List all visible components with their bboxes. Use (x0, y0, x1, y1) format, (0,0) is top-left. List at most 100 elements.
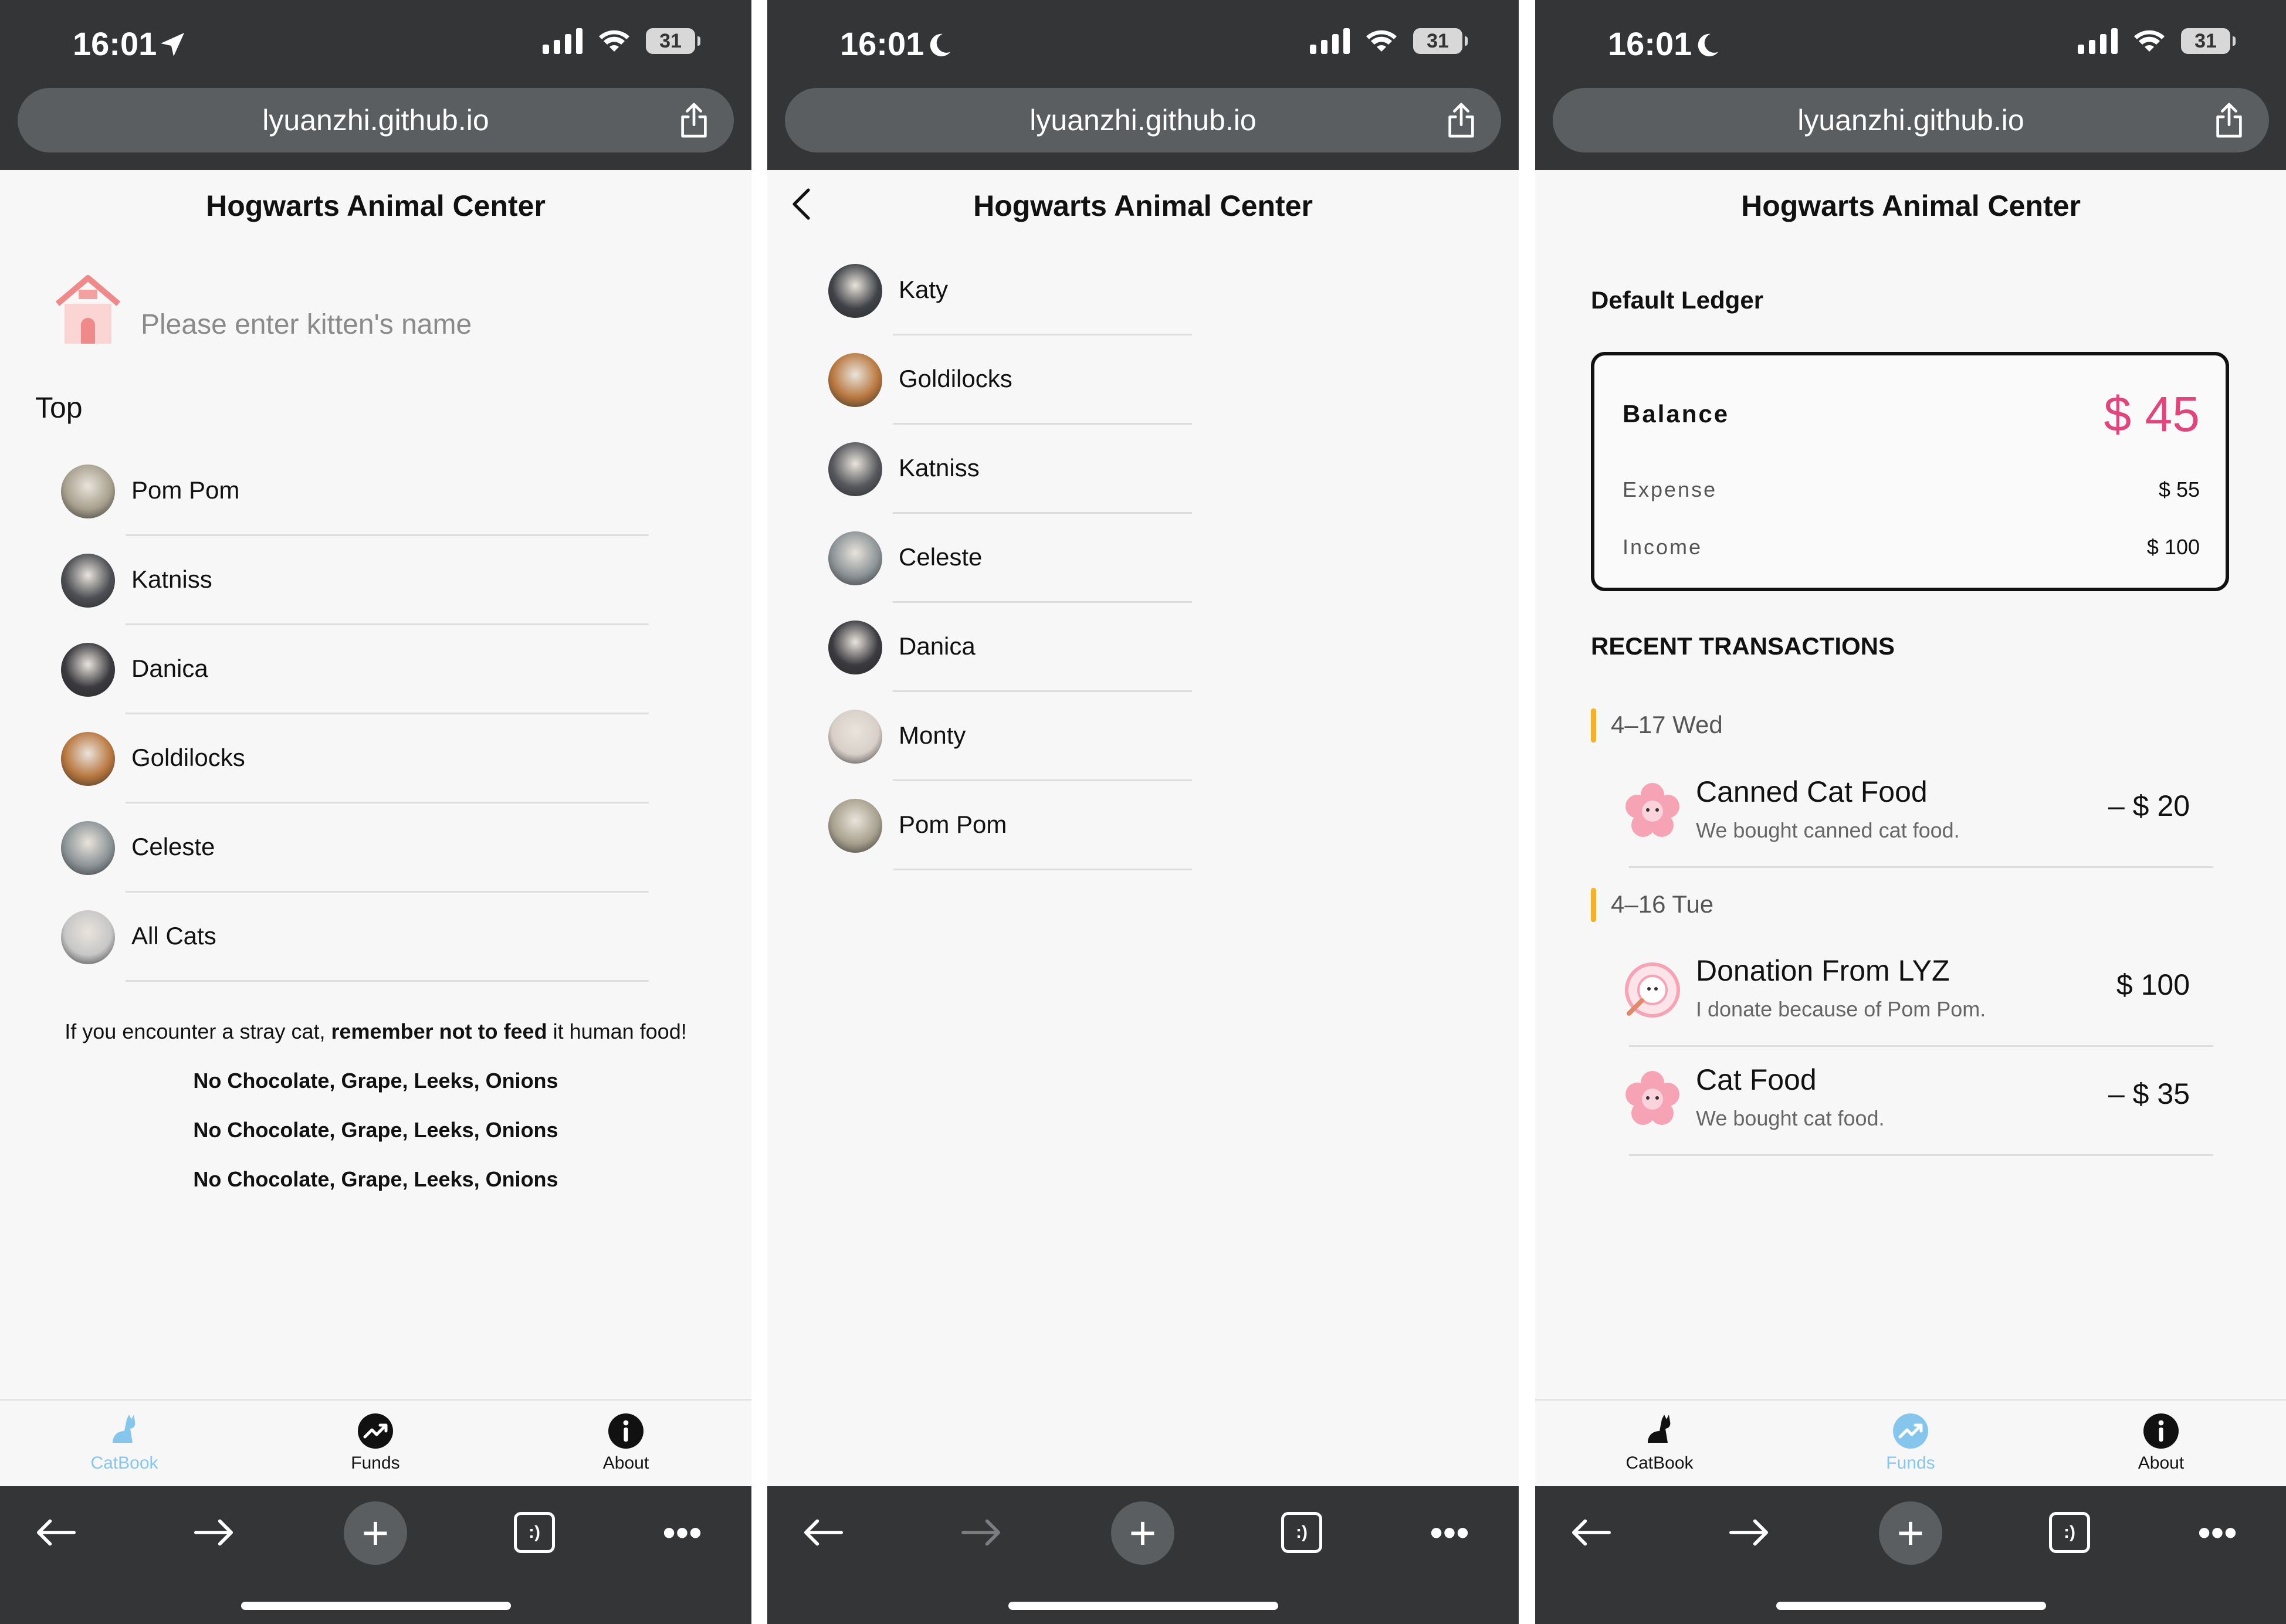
plus-icon[interactable]: + (1111, 1501, 1174, 1565)
forward-arrow-icon[interactable] (1724, 1507, 1774, 1558)
cat-avatar (828, 264, 882, 318)
flower-icon (1625, 1071, 1679, 1125)
info-icon (608, 1413, 644, 1449)
back-arrow-icon[interactable] (1566, 1507, 1616, 1558)
tabs-icon[interactable]: :) (1281, 1512, 1322, 1553)
cat-name: Katniss (131, 565, 212, 593)
search-input[interactable]: Please enter kitten's name (141, 308, 472, 341)
transaction-amount: – $ 20 (2108, 789, 2190, 822)
transaction-amount: – $ 35 (2108, 1077, 2190, 1110)
food-warning: No Chocolate, Grape, Leeks, Onions (193, 1167, 558, 1191)
phone-screen-funds: 16:01 31 lyuanzhi.github.io Hogwarts Ani… (1535, 0, 2286, 1624)
tab-funds[interactable]: Funds (317, 1412, 434, 1473)
house-icon (55, 275, 121, 344)
cat-avatar (828, 799, 882, 853)
cat-list-item[interactable]: Katy (828, 246, 1192, 335)
battery-icon: 31 (1413, 28, 1468, 54)
divider (1629, 866, 2213, 868)
url-text: lyuanzhi.github.io (1797, 104, 2024, 137)
cat-list-item[interactable]: All Cats (61, 893, 649, 982)
share-icon[interactable] (1445, 102, 1478, 138)
cat-list-item[interactable]: Goldilocks (828, 335, 1192, 425)
plus-icon[interactable]: + (1879, 1501, 1942, 1565)
cat-name: All Cats (131, 922, 216, 950)
signal-icon (543, 28, 582, 54)
cat-list-item[interactable]: Celeste (828, 514, 1192, 603)
tab-label: Funds (1886, 1453, 1935, 1473)
income-label: Income (1623, 535, 1703, 559)
cat-name: Celeste (899, 543, 983, 571)
section-label-top: Top (35, 391, 83, 424)
tab-about[interactable]: About (2102, 1412, 2220, 1473)
cat-avatar (828, 710, 882, 764)
cat-list-item[interactable]: Monty (828, 692, 1192, 781)
info-icon (2143, 1413, 2179, 1449)
address-bar[interactable]: lyuanzhi.github.io (785, 88, 1501, 152)
home-indicator (241, 1602, 511, 1610)
ledger-title: Default Ledger (1591, 286, 1764, 314)
browser-bottom-bar: + :) ••• (1535, 1486, 2286, 1624)
plus-icon[interactable]: + (344, 1501, 407, 1565)
divider (1629, 1045, 2213, 1047)
forward-arrow-icon[interactable] (956, 1507, 1007, 1558)
cat-name: Pom Pom (131, 476, 240, 504)
phone-screen-catbook: 16:01 31 lyuanzhi.github.io Hogwarts Ani… (0, 0, 751, 1624)
more-icon[interactable]: ••• (657, 1507, 707, 1558)
signal-icon (1310, 28, 1350, 54)
more-icon[interactable]: ••• (2192, 1507, 2243, 1558)
tab-catbook[interactable]: CatBook (1601, 1412, 1718, 1473)
food-warning: No Chocolate, Grape, Leeks, Onions (193, 1069, 558, 1093)
cat-list-item[interactable]: Katniss (828, 425, 1192, 514)
cat-avatar (61, 732, 115, 786)
transaction-desc: I donate because of Pom Pom. (1696, 997, 1986, 1021)
transaction-row[interactable]: Canned Cat Food We bought canned cat foo… (1623, 760, 2213, 868)
cat-avatar (828, 621, 882, 674)
forward-arrow-icon[interactable] (189, 1507, 239, 1558)
tab-funds[interactable]: Funds (1852, 1412, 1969, 1473)
divider (893, 869, 1192, 870)
address-bar[interactable]: lyuanzhi.github.io (1553, 88, 2269, 152)
back-arrow-icon[interactable] (31, 1507, 81, 1558)
date-text: 4–17 Wed (1611, 711, 1723, 738)
cat-list-item[interactable]: Katniss (61, 536, 649, 625)
page-title: Hogwarts Animal Center (1741, 189, 2081, 222)
transaction-row[interactable]: Donation From LYZ I donate because of Po… (1623, 938, 2213, 1047)
more-icon[interactable]: ••• (1424, 1507, 1475, 1558)
tabs-icon[interactable]: :) (514, 1512, 555, 1553)
cat-icon (1648, 1415, 1671, 1443)
moon-icon (930, 33, 951, 57)
cat-list-item[interactable]: Danica (61, 625, 649, 714)
transaction-row[interactable]: Cat Food We bought cat food. – $ 35 (1623, 1047, 2213, 1156)
income-value: $ 100 (2146, 535, 2200, 559)
browser-bottom-bar: + :) ••• (767, 1486, 1519, 1624)
transaction-desc: We bought cat food. (1696, 1106, 1885, 1130)
share-icon[interactable] (2213, 102, 2246, 138)
cat-list-item[interactable]: Pom Pom (828, 781, 1192, 870)
donation-icon (1625, 962, 1680, 1018)
browser-bottom-bar: + :) ••• (0, 1486, 751, 1624)
tab-about[interactable]: About (567, 1412, 685, 1473)
share-icon[interactable] (678, 102, 710, 138)
cat-list-item[interactable]: Danica (828, 603, 1192, 692)
page-title: Hogwarts Animal Center (973, 189, 1313, 222)
transaction-title: Donation From LYZ (1696, 954, 1950, 987)
cat-name: Pom Pom (899, 811, 1007, 838)
cat-avatar (61, 465, 115, 518)
tab-label: CatBook (1625, 1453, 1694, 1473)
cat-list-item[interactable]: Celeste (61, 803, 649, 893)
back-arrow-icon[interactable] (798, 1507, 848, 1558)
transaction-amount: $ 100 (2116, 968, 2190, 1001)
address-bar[interactable]: lyuanzhi.github.io (18, 88, 734, 152)
food-warning: No Chocolate, Grape, Leeks, Onions (193, 1118, 558, 1142)
recent-transactions-title: RECENT TRANSACTIONS (1591, 632, 1895, 660)
tabs-icon[interactable]: :) (2049, 1512, 2090, 1553)
status-indicators: 31 (543, 28, 700, 54)
divider (1629, 1154, 2213, 1156)
cat-icon (113, 1415, 136, 1443)
cat-list-item[interactable]: Goldilocks (61, 714, 649, 803)
flower-icon (1625, 783, 1679, 837)
app-tab-bar: CatBook Funds About (1535, 1399, 2286, 1489)
cat-list-item[interactable]: Pom Pom (61, 447, 649, 536)
tab-catbook[interactable]: CatBook (66, 1412, 183, 1473)
cat-name: Danica (899, 632, 976, 660)
